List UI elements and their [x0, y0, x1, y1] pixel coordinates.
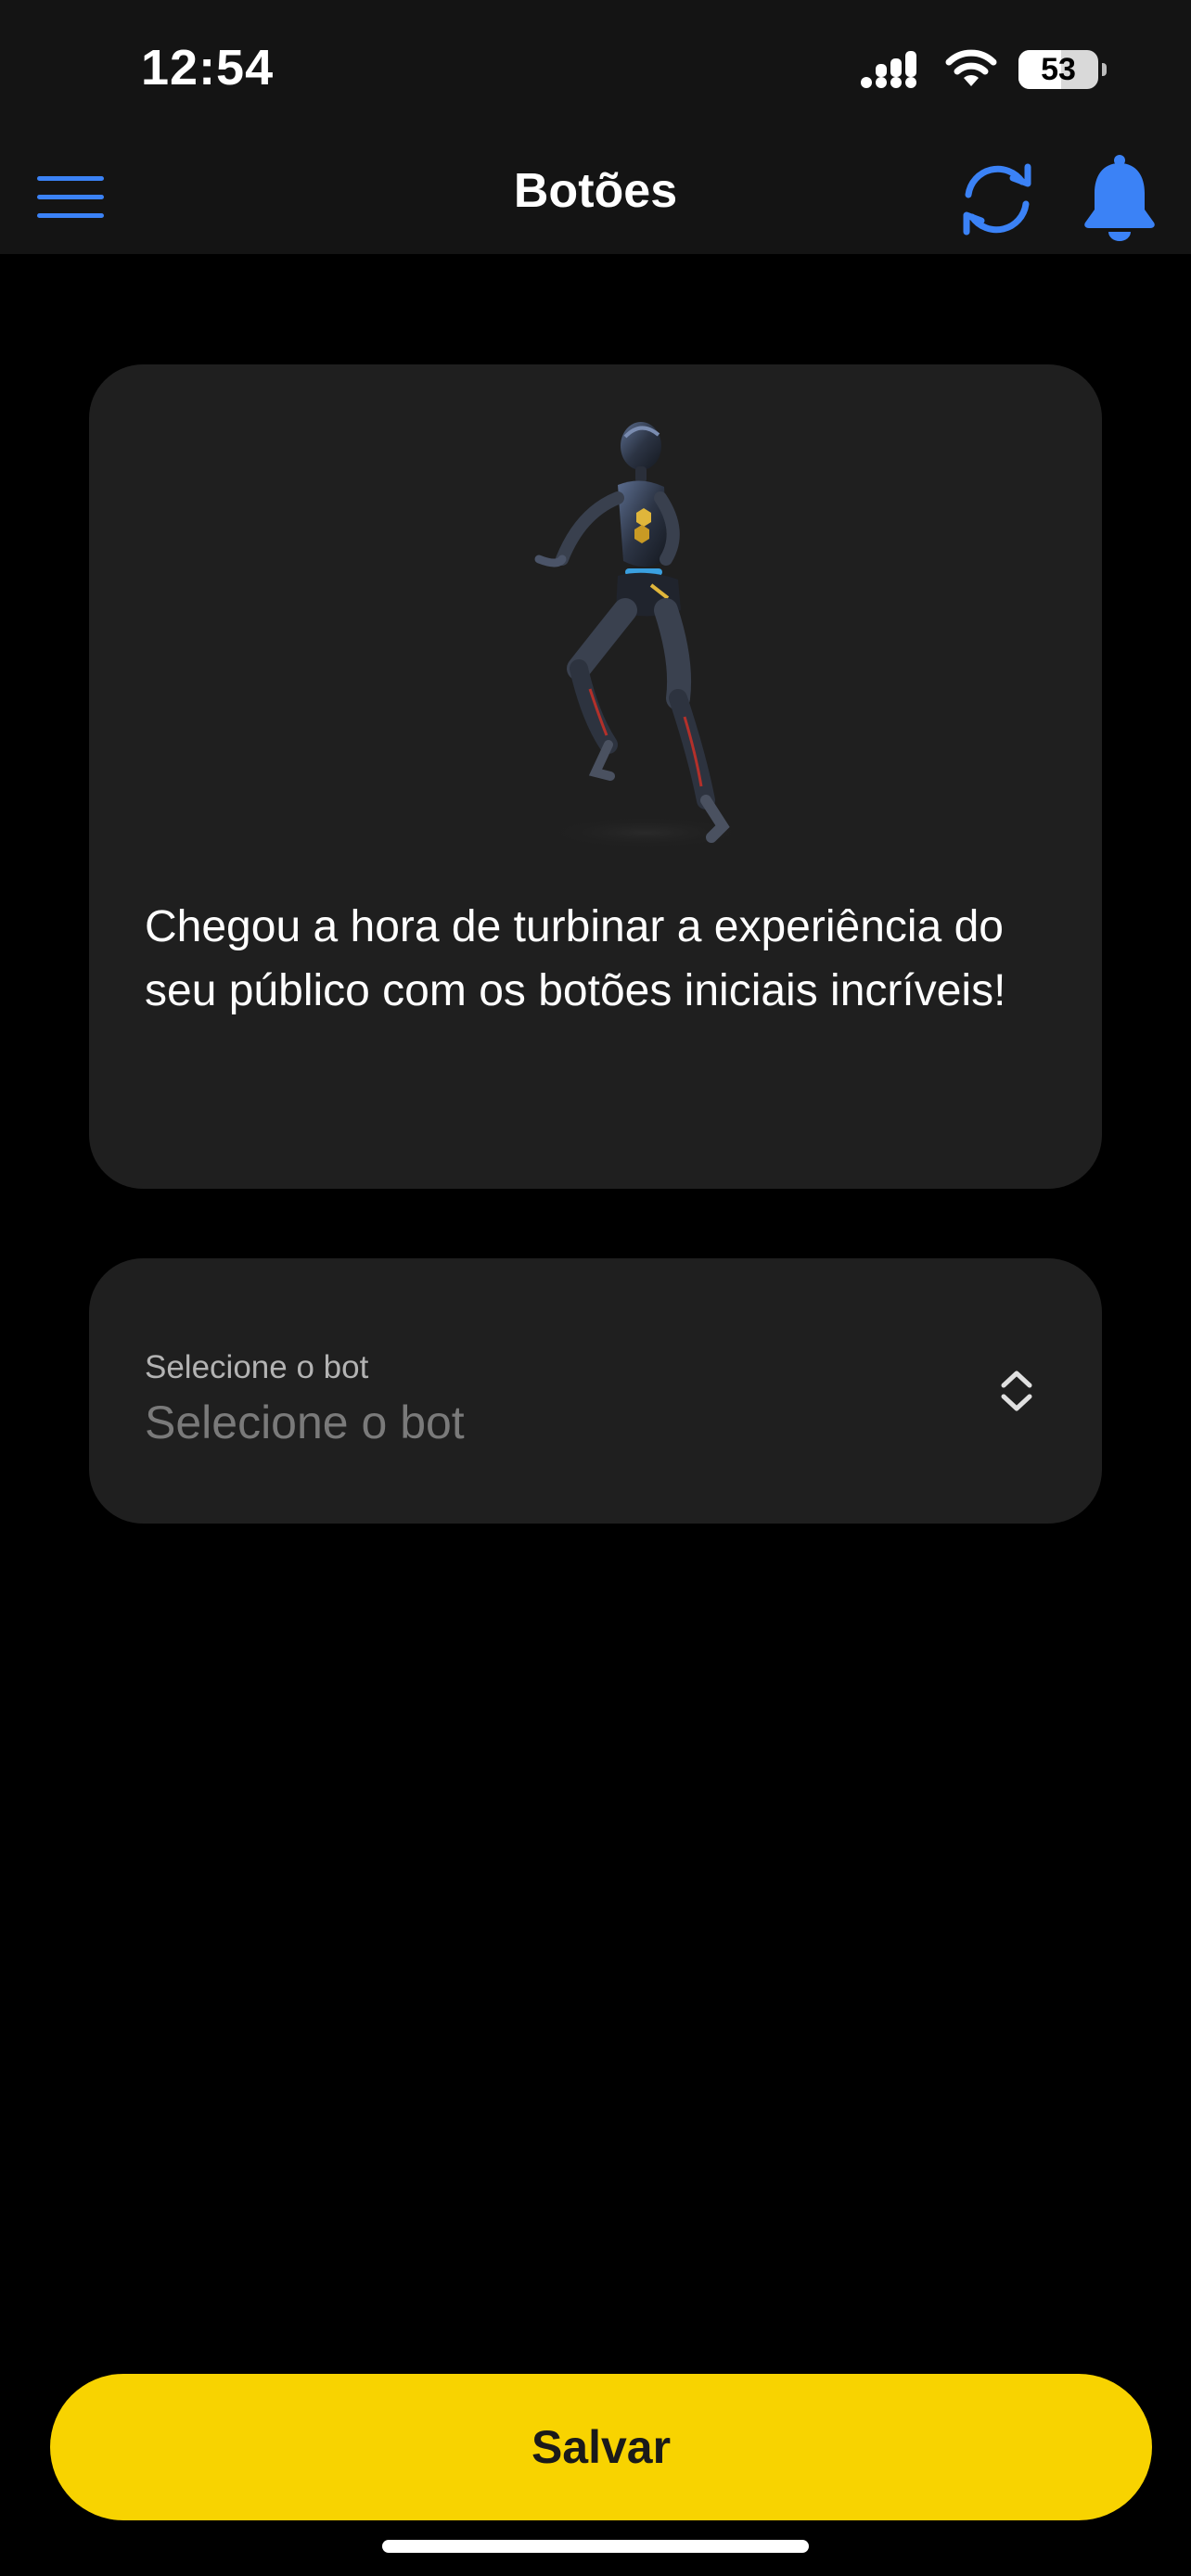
- status-bar: 12:54 53: [0, 0, 1191, 139]
- wifi-icon: [945, 49, 997, 86]
- battery-level: 53: [1041, 51, 1076, 87]
- hero-card: Chegou a hora de turbinar a experiência …: [89, 364, 1102, 1189]
- nav-header: Botões: [0, 139, 1191, 254]
- chevron-up-down-icon: [1001, 1371, 1032, 1411]
- battery-cap: [1102, 63, 1107, 76]
- hero-description: Chegou a hora de turbinar a experiência …: [145, 902, 1006, 1015]
- bot-select-label: Selecione o bot: [145, 1349, 369, 1385]
- bot-select[interactable]: Selecione o bot Selecione o bot: [89, 1258, 1102, 1524]
- refresh-icon: [963, 163, 1031, 236]
- refresh-button[interactable]: [954, 156, 1041, 243]
- robot-illustration: [534, 422, 748, 849]
- bot-select-value: Selecione o bot: [145, 1396, 465, 1448]
- save-button[interactable]: Salvar: [50, 2374, 1152, 2520]
- bell-icon: [1084, 155, 1155, 241]
- status-icons: 53: [861, 46, 1107, 93]
- status-time: 12:54: [141, 40, 275, 96]
- notifications-button[interactable]: [1080, 152, 1159, 243]
- battery-icon: 53: [1018, 50, 1107, 89]
- home-indicator: [382, 2540, 809, 2553]
- cellular-signal-icon: [861, 51, 916, 88]
